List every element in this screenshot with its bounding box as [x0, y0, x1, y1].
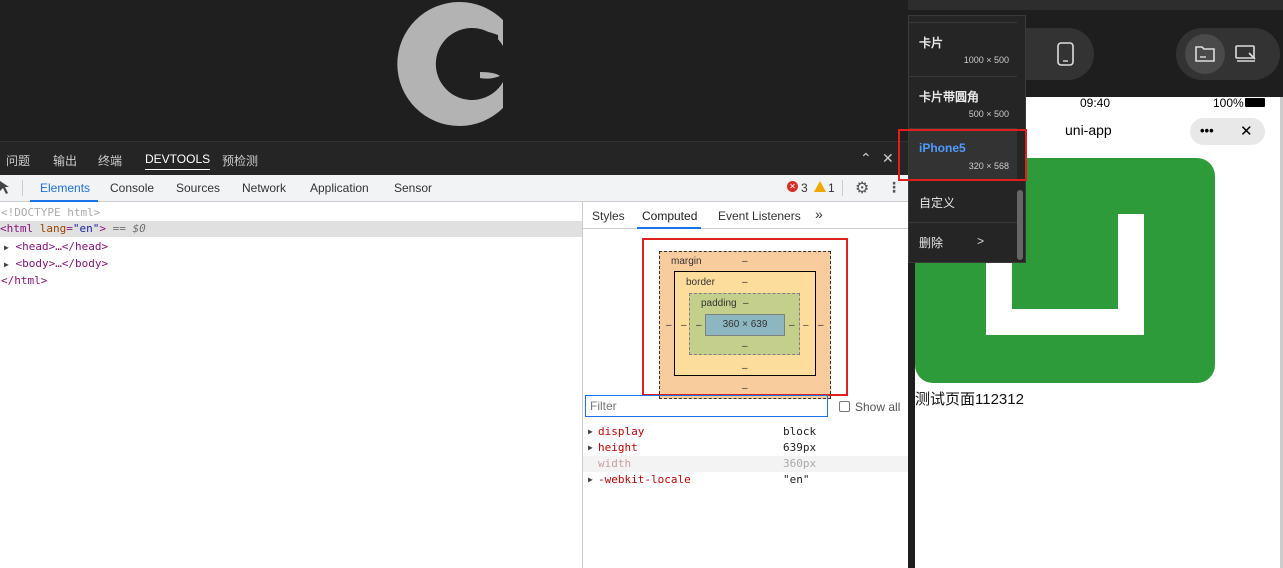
- tab-terminal[interactable]: 终端: [98, 152, 122, 169]
- expand-arrow-icon[interactable]: ▶: [588, 472, 593, 488]
- folder-icon[interactable]: [1195, 45, 1215, 62]
- tab-computed[interactable]: Computed: [642, 209, 697, 223]
- device-size: 500 × 500: [968, 109, 1009, 119]
- panel-tab-bar: 问题 输出 终端 DEVTOOLS 预检测 ⌃ ✕: [0, 141, 908, 175]
- expand-arrow-icon[interactable]: ▶: [588, 424, 593, 440]
- tab-output[interactable]: 输出: [53, 152, 77, 169]
- body-node[interactable]: ▶ <body>…</body>: [4, 256, 108, 272]
- more-tabs-icon[interactable]: »: [815, 206, 823, 222]
- tab-problems[interactable]: 问题: [6, 152, 30, 169]
- html-close-node[interactable]: </html>: [1, 273, 47, 289]
- tab-network[interactable]: Network: [242, 181, 286, 195]
- property-value: 360px: [783, 457, 817, 470]
- settings-gear-icon[interactable]: ⚙: [855, 178, 869, 198]
- toolbar-divider: [842, 180, 843, 196]
- show-all-label[interactable]: Show all: [855, 400, 900, 414]
- tab-application[interactable]: Application: [310, 181, 369, 195]
- box-model-highlight-frame: [642, 238, 848, 396]
- warning-count[interactable]: 1: [828, 181, 835, 195]
- html-tag-name: html: [6, 222, 34, 235]
- warning-icon[interactable]: [814, 181, 826, 192]
- error-icon[interactable]: ✕: [787, 181, 798, 192]
- devtools-panel: Elements Console Sources Network Applica…: [0, 175, 908, 568]
- devtools-toolbar: Elements Console Sources Network Applica…: [0, 175, 908, 202]
- box-model: 360 × 639 margin – – – – border – – – – …: [583, 229, 908, 399]
- device-highlight-frame: [898, 129, 1027, 181]
- tab-devtools[interactable]: DEVTOOLS: [145, 152, 211, 170]
- expand-arrow-icon[interactable]: ▶: [588, 440, 593, 456]
- head-node[interactable]: ▶ <head>…</head>: [4, 239, 108, 255]
- status-battery: 100%: [1213, 96, 1244, 110]
- error-count[interactable]: 3: [801, 181, 808, 195]
- device-option-custom[interactable]: 自定义: [909, 181, 1017, 223]
- device-size: 1000 × 500: [963, 55, 1009, 65]
- device-name: 删除: [919, 236, 944, 250]
- dropdown-scrollbar[interactable]: [1017, 190, 1023, 260]
- close-panel-icon[interactable]: ✕: [882, 150, 894, 167]
- device-option-card[interactable]: 卡片 1000 × 500: [909, 23, 1017, 77]
- computed-property-row[interactable]: ▶ height 639px: [583, 440, 908, 456]
- inspect-element-icon[interactable]: [0, 181, 12, 195]
- expand-arrow-icon[interactable]: ▶: [4, 243, 9, 252]
- page-text: 测试页面112312: [915, 391, 1024, 408]
- body-text: <body>…</body>: [15, 257, 109, 270]
- submenu-arrow-icon: >: [977, 234, 985, 248]
- app-logo-icon: [397, 2, 503, 127]
- head-text: <head>…</head>: [15, 240, 109, 253]
- doctype-node[interactable]: <!DOCTYPE html>: [1, 205, 100, 221]
- computed-property-row[interactable]: ▶ display block: [583, 424, 908, 440]
- tab-event-listeners[interactable]: Event Listeners: [718, 209, 801, 223]
- tab-precheck[interactable]: 预检测: [222, 152, 258, 169]
- html-attr-value: "en": [72, 222, 100, 235]
- property-name: height: [598, 441, 638, 454]
- close-icon[interactable]: ✕: [1240, 122, 1253, 140]
- capsule-button: ••• ✕: [1190, 118, 1265, 145]
- tab-elements[interactable]: Elements: [40, 181, 90, 195]
- device-name: 自定义: [919, 196, 956, 210]
- computed-property-row[interactable]: width 360px: [583, 456, 908, 472]
- doctype-text: <!DOCTYPE html>: [1, 206, 101, 219]
- property-value: block: [783, 425, 817, 438]
- side-tab-bar: Styles Computed Event Listeners »: [583, 202, 908, 229]
- tab-console[interactable]: Console: [110, 181, 154, 195]
- simulator-top-bar: [908, 0, 1283, 10]
- tab-sources[interactable]: Sources: [176, 181, 220, 195]
- device-name: 卡片: [919, 36, 944, 50]
- screen-cast-icon[interactable]: [1235, 45, 1257, 62]
- show-all-checkbox[interactable]: [839, 401, 850, 412]
- html-attr-name: lang: [39, 222, 67, 235]
- more-icon[interactable]: •••: [1200, 123, 1214, 138]
- selected-marker: == $0: [112, 222, 146, 235]
- html-node[interactable]: <html lang="en"> == $0: [0, 221, 582, 237]
- property-name: -webkit-locale: [598, 473, 691, 486]
- collapse-panel-icon[interactable]: ⌃: [860, 150, 872, 167]
- property-name: width: [598, 457, 632, 470]
- status-time: 09:40: [1080, 96, 1111, 110]
- expand-arrow-icon[interactable]: ▶: [4, 260, 9, 269]
- battery-icon: [1245, 98, 1265, 107]
- toolbar-divider: [22, 180, 23, 196]
- tab-sensor[interactable]: Sensor: [394, 181, 432, 195]
- tab-styles[interactable]: Styles: [592, 209, 625, 223]
- filter-input[interactable]: Filter: [585, 395, 828, 417]
- property-name: display: [598, 425, 645, 438]
- device-name: 卡片带圆角: [919, 90, 980, 104]
- computed-pane: Styles Computed Event Listeners » 360 × …: [583, 202, 908, 568]
- device-option-rounded-card[interactable]: 卡片带圆角 500 × 500: [909, 77, 1017, 129]
- property-value: "en": [783, 473, 810, 486]
- device-option-delete[interactable]: 删除 >: [909, 223, 1017, 263]
- property-value: 639px: [783, 441, 817, 454]
- phone-device-icon[interactable]: [1057, 42, 1075, 66]
- preview-area: [0, 0, 908, 141]
- nav-title: uni-app: [1065, 122, 1112, 138]
- more-menu-icon[interactable]: ⋮: [887, 179, 901, 196]
- computed-property-row[interactable]: ▶ -webkit-locale "en": [583, 472, 908, 488]
- html-close-text: </html>: [1, 274, 48, 287]
- elements-tree: <!DOCTYPE html> <html lang="en"> == $0 ▶…: [0, 202, 582, 568]
